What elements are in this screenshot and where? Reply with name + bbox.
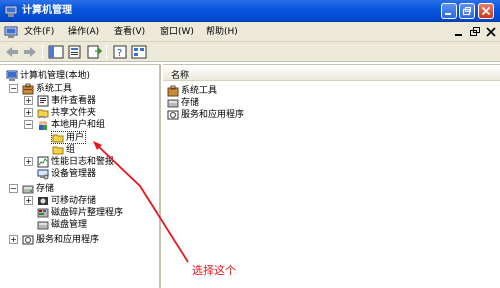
column-header-name[interactable]: 名称 <box>163 65 500 81</box>
tree-label: 磁盘碎片整理程序 <box>51 208 124 218</box>
tree-label: 计算机管理(本地) <box>20 71 91 81</box>
performance-icon <box>37 156 49 168</box>
tree-label: 系统工具 <box>36 84 73 94</box>
menu-window[interactable]: 窗口(W) <box>160 26 194 38</box>
menu-action[interactable]: 操作(A) <box>68 26 99 38</box>
console-icon <box>4 26 18 38</box>
menu-file[interactable]: 文件(F) <box>24 26 54 38</box>
computer-icon <box>6 70 18 81</box>
show-hide-tree-icon[interactable] <box>48 45 64 59</box>
close-button[interactable] <box>478 3 494 19</box>
users-group-icon <box>39 121 47 130</box>
event-viewer-icon <box>37 95 49 107</box>
tree-label: 设备管理器 <box>51 169 97 179</box>
svg-text:?: ? <box>117 48 122 59</box>
details-pane: 名称 系统工具 存储 服务和应用程序 <box>163 64 500 288</box>
toolbar-separator <box>42 45 43 59</box>
storage-icon <box>167 99 179 108</box>
properties-icon[interactable] <box>67 45 83 59</box>
view-icon[interactable] <box>131 45 147 59</box>
removable-storage-icon <box>38 197 48 205</box>
restore-icon <box>462 7 471 16</box>
tree-label: 本地用户和组 <box>51 120 106 130</box>
close-icon <box>481 6 491 16</box>
list-item-label: 系统工具 <box>181 86 218 96</box>
window-title: 计算机管理 <box>22 5 72 16</box>
tools-icon <box>167 85 179 97</box>
tree-label: 共享文件夹 <box>51 108 97 118</box>
tree-label: 组 <box>66 145 76 155</box>
shared-folder-icon <box>37 109 49 119</box>
title-bar: 计算机管理 <box>0 0 500 22</box>
toolbar-separator <box>106 45 107 59</box>
maximize-button[interactable] <box>459 3 475 19</box>
expand-toggle[interactable]: + <box>24 157 33 166</box>
collapse-toggle[interactable]: − <box>24 120 33 129</box>
column-header-label: 名称 <box>171 71 190 81</box>
computer-management-icon <box>4 5 18 17</box>
tools-icon <box>22 83 34 95</box>
services-icon <box>22 235 34 245</box>
expand-toggle[interactable]: + <box>24 196 33 205</box>
export-list-icon[interactable] <box>86 45 102 59</box>
forward-icon[interactable] <box>22 45 38 59</box>
list-item-label: 存储 <box>181 98 200 108</box>
toolbar: ? <box>0 42 500 62</box>
storage-icon <box>22 185 34 194</box>
menu-bar: 文件(F) 操作(A) 查看(V) 窗口(W) 帮助(H) <box>0 22 500 42</box>
tree-label: 可移动存储 <box>51 196 97 206</box>
defrag-icon <box>37 208 49 218</box>
expand-toggle[interactable]: + <box>9 235 18 244</box>
mdi-close-icon[interactable] <box>484 25 498 39</box>
tree-label: 事件查看器 <box>51 96 97 106</box>
mdi-minimize-icon[interactable] <box>452 25 466 39</box>
expand-toggle[interactable]: + <box>24 108 33 117</box>
help-icon[interactable]: ? <box>112 45 128 59</box>
selection-focus <box>51 131 86 144</box>
services-icon <box>167 110 179 120</box>
minimize-icon <box>445 13 451 15</box>
tree-label: 存储 <box>36 184 55 194</box>
console-tree: 计算机管理(本地) − 系统工具 + 事件查看器 + 共享文件夹 − 本地用户和… <box>0 64 161 288</box>
back-icon[interactable] <box>4 45 20 59</box>
list-item-label: 服务和应用程序 <box>181 110 245 120</box>
expand-toggle[interactable]: + <box>24 96 33 105</box>
minimize-button[interactable] <box>441 3 457 19</box>
menu-view[interactable]: 查看(V) <box>114 26 145 38</box>
tree-label: 磁盘管理 <box>51 220 88 230</box>
mdi-restore-icon[interactable] <box>468 25 482 39</box>
tree-label: 服务和应用程序 <box>36 235 100 245</box>
collapse-toggle[interactable]: − <box>9 84 18 93</box>
folder-icon <box>52 146 64 155</box>
disk-management-icon <box>37 221 49 230</box>
menu-help[interactable]: 帮助(H) <box>206 26 238 38</box>
tree-label: 性能日志和警报 <box>51 157 115 167</box>
annotation-text: 选择这个 <box>192 264 236 277</box>
collapse-toggle[interactable]: − <box>9 184 18 193</box>
device-manager-icon <box>37 169 49 180</box>
